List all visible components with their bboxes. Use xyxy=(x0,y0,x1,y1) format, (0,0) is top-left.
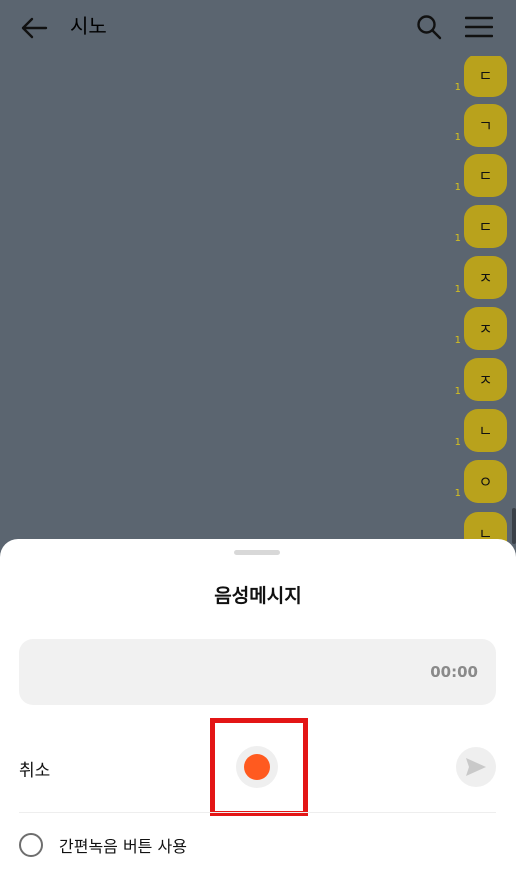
message-bubble[interactable]: ㄷ xyxy=(464,154,507,197)
easy-record-option[interactable]: 간편녹음 버튼 사용 xyxy=(19,833,187,857)
arrow-left-icon xyxy=(21,17,48,39)
easy-record-label: 간편녹음 버튼 사용 xyxy=(59,837,187,856)
unread-count: 1 xyxy=(454,182,461,193)
message-list[interactable]: ㄷ 1 ㄱ 1 ㄷ 1 ㄷ 1 ㅈ 1 ㅈ 1 ㅈ 1 ㄴ 1 ㅇ 1 ㄴ xyxy=(0,56,516,546)
record-button[interactable] xyxy=(236,746,278,788)
unread-count: 1 xyxy=(454,233,461,244)
sheet-title: 음성메시지 xyxy=(214,585,302,607)
recording-timer: 00:00 xyxy=(430,663,478,681)
voice-message-sheet: 음성메시지 00:00 취소 간편녹음 버튼 사용 xyxy=(0,539,516,883)
back-button[interactable] xyxy=(18,12,50,44)
easy-record-radio[interactable] xyxy=(19,833,43,857)
menu-button[interactable] xyxy=(463,12,495,42)
message-bubble[interactable]: ㄱ xyxy=(464,104,507,147)
cancel-button[interactable]: 취소 xyxy=(19,756,50,781)
sheet-grabber[interactable] xyxy=(234,550,280,555)
search-icon xyxy=(417,15,442,40)
record-icon xyxy=(244,754,270,780)
send-icon xyxy=(466,758,486,776)
chat-title: 시노 xyxy=(70,14,107,38)
top-app-bar: 시노 xyxy=(0,0,516,56)
unread-count: 1 xyxy=(454,488,461,499)
divider xyxy=(19,812,496,813)
message-bubble[interactable]: ㄴ xyxy=(464,409,507,452)
message-bubble[interactable]: ㄷ xyxy=(464,205,507,248)
unread-count: 1 xyxy=(454,335,461,346)
unread-count: 1 xyxy=(454,284,461,295)
unread-count: 1 xyxy=(454,437,461,448)
hamburger-menu-icon xyxy=(465,16,493,38)
scrollbar-thumb[interactable] xyxy=(512,508,516,544)
unread-count: 1 xyxy=(454,82,461,93)
recording-display: 00:00 xyxy=(19,639,496,705)
search-button[interactable] xyxy=(414,12,444,42)
message-bubble[interactable]: ㅈ xyxy=(464,256,507,299)
message-bubble[interactable]: ㅈ xyxy=(464,358,507,401)
message-bubble[interactable]: ㅇ xyxy=(464,460,507,503)
unread-count: 1 xyxy=(454,132,461,143)
message-bubble[interactable]: ㄷ xyxy=(464,56,507,97)
message-bubble[interactable]: ㅈ xyxy=(464,307,507,350)
unread-count: 1 xyxy=(454,386,461,397)
send-button[interactable] xyxy=(456,747,496,787)
